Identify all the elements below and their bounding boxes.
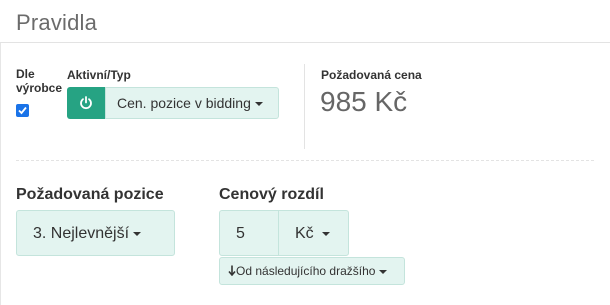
price-difference-input[interactable]: 5 [219,210,279,256]
required-price-label: Požadovaná cena [321,68,422,82]
currency-dropdown[interactable]: Kč [278,210,349,256]
arrow-down-icon [228,265,236,277]
price-difference-label: Cenový rozdíl [219,186,324,203]
active-toggle-button[interactable] [67,87,105,119]
by-manufacturer-label: Dle výrobce [16,67,63,95]
price-difference-value: 5 [236,225,245,242]
required-position-dropdown[interactable]: 3. Nejlevnější [16,210,175,256]
required-position-value: 3. Nejlevnější [33,225,130,242]
caret-down-icon [254,102,263,107]
required-price-value: 985 Kč [320,86,408,117]
card-left-border [0,43,1,305]
active-type-label: Aktivní/Typ [67,68,131,82]
check-icon [18,106,27,115]
type-dropdown[interactable]: Cen. pozice v bidding [105,87,279,119]
section-divider [16,160,594,161]
card-title: Pravidla [16,10,98,35]
caret-down-icon [379,269,388,274]
required-position-label: Požadovaná pozice [16,186,164,203]
by-manufacturer-checkbox[interactable] [16,104,29,117]
caret-down-icon [133,231,142,236]
type-dropdown-value: Cen. pozice v bidding [117,95,251,111]
vertical-divider [304,64,305,149]
power-icon [80,96,92,110]
card-header: Pravidla [0,0,610,43]
relation-dropdown[interactable]: Od následujícího dražšího [219,257,405,285]
relation-value: Od následujícího dražšího [236,264,376,278]
caret-down-icon [321,231,330,236]
currency-value: Kč [295,225,314,242]
